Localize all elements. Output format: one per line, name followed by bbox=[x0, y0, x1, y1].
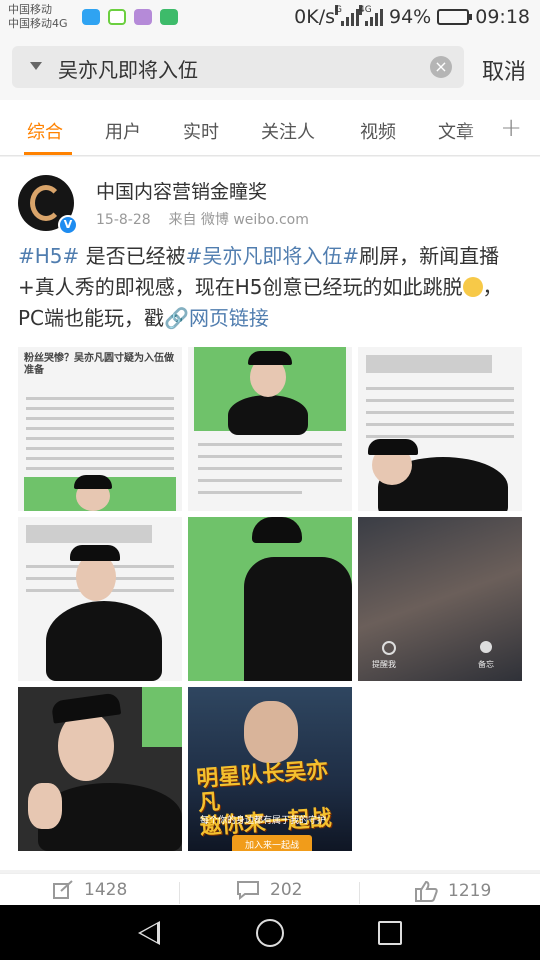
calendar-notification-icon bbox=[160, 9, 178, 25]
alarm-icon bbox=[382, 641, 396, 655]
search-row: 吴亦凡即将入伍 × 取消 bbox=[0, 36, 540, 100]
post-author[interactable]: 中国内容营销金瞳奖 bbox=[96, 177, 267, 204]
signal-1-icon: G bbox=[335, 5, 359, 26]
search-input[interactable]: 吴亦凡即将入伍 × bbox=[12, 46, 464, 88]
post-image-3[interactable] bbox=[358, 347, 522, 511]
post-card[interactable]: V 中国内容营销金瞳奖 15-8-28 来自 微博 weibo.com #H5#… bbox=[0, 157, 540, 870]
carrier-info: 中国移动 中国移动4G bbox=[8, 3, 68, 31]
battery-percent: 94% bbox=[389, 6, 432, 28]
gallery-notification-icon bbox=[134, 9, 152, 25]
repost-button[interactable]: 1428 bbox=[52, 880, 127, 900]
system-nav-bar bbox=[0, 905, 540, 960]
image-grid: 粉丝哭惨？吴亦凡圆寸疑为入伍做准备 提醒我 备忘 明星队长吴亦凡 邀你来一起战 … bbox=[18, 347, 522, 851]
carrier-1: 中国移动 bbox=[8, 3, 52, 16]
post-image-7[interactable] bbox=[18, 687, 182, 851]
tab-users[interactable]: 用户 bbox=[105, 118, 141, 144]
thumbs-up-icon bbox=[415, 880, 438, 902]
post-image-1[interactable]: 粉丝哭惨？吴亦凡圆寸疑为入伍做准备 bbox=[18, 347, 182, 511]
post-meta: 15-8-28 来自 微博 weibo.com bbox=[96, 209, 309, 229]
app-notification-icon bbox=[108, 9, 126, 25]
signal-2-tag: 4G bbox=[359, 5, 372, 15]
brand-logo-icon bbox=[30, 185, 62, 221]
repost-count: 1428 bbox=[84, 880, 128, 900]
home-icon[interactable] bbox=[256, 919, 284, 947]
verified-badge-icon: V bbox=[58, 215, 78, 235]
memo-icon bbox=[480, 641, 492, 653]
smile-emoji-icon bbox=[462, 277, 483, 297]
status-right: 0K/s G 4G 94% 09:18 bbox=[294, 5, 530, 28]
tab-video[interactable]: 视频 bbox=[360, 118, 396, 144]
hashtag-wu-yifan[interactable]: #吴亦凡即将入伍# bbox=[186, 244, 360, 268]
img5-label-2: 备忘 bbox=[478, 660, 494, 669]
comment-button[interactable]: 202 bbox=[236, 880, 302, 900]
recent-apps-icon[interactable] bbox=[378, 921, 402, 945]
tab-realtime[interactable]: 实时 bbox=[183, 118, 219, 144]
add-tab-button[interactable]: + bbox=[500, 113, 522, 143]
tab-following[interactable]: 关注人 bbox=[261, 118, 315, 144]
web-link[interactable]: 网页链接 bbox=[189, 306, 269, 330]
img7-button: 加入来一起战 bbox=[232, 835, 312, 851]
signal-1-tag: G bbox=[335, 5, 342, 15]
search-type-dropdown-icon[interactable] bbox=[30, 62, 42, 70]
signal-2-icon: 4G bbox=[359, 5, 383, 26]
clear-icon[interactable]: × bbox=[430, 56, 452, 78]
img7-title: 明星队长吴亦凡 邀你来一起战 bbox=[195, 758, 333, 841]
post-image-6[interactable]: 提醒我 备忘 bbox=[358, 517, 522, 681]
net-speed: 0K/s bbox=[294, 6, 335, 28]
img1-title: 粉丝哭惨？吴亦凡圆寸疑为入伍做准备 bbox=[24, 353, 174, 376]
clock: 09:18 bbox=[475, 6, 530, 28]
status-bar: 中国移动 中国移动4G 0K/s G 4G 94% 09:18 bbox=[0, 0, 540, 36]
comment-count: 202 bbox=[270, 880, 303, 900]
img7-subtitle: 每个你的身边都有属于我的守护 bbox=[200, 816, 327, 826]
like-button[interactable]: 1219 bbox=[414, 880, 491, 902]
post-image-2[interactable] bbox=[188, 347, 352, 511]
link-icon[interactable]: 🔗 bbox=[164, 306, 189, 330]
tab-bar: 综合 用户 实时 关注人 视频 文章 + bbox=[0, 100, 540, 156]
like-count: 1219 bbox=[448, 881, 492, 901]
repost-icon bbox=[53, 880, 73, 899]
post-action-bar: 1428 202 1219 bbox=[0, 873, 540, 905]
active-tab-indicator bbox=[24, 152, 72, 155]
cancel-button[interactable]: 取消 bbox=[482, 54, 526, 86]
chat-notification-icon bbox=[82, 9, 100, 25]
post-source: 来自 微博 weibo.com bbox=[168, 212, 309, 228]
battery-icon bbox=[437, 9, 473, 25]
search-query[interactable]: 吴亦凡即将入伍 bbox=[58, 54, 198, 83]
post-text: #H5# 是否已经被#吴亦凡即将入伍#刷屏，新闻直播+真人秀的即视感，现在H5创… bbox=[18, 244, 503, 330]
notification-icons bbox=[82, 9, 178, 25]
tab-general[interactable]: 综合 bbox=[27, 118, 63, 144]
post-image-4[interactable] bbox=[18, 517, 182, 681]
post-image-5[interactable] bbox=[188, 517, 352, 681]
post-date: 15-8-28 bbox=[96, 212, 151, 228]
post-image-8[interactable]: 明星队长吴亦凡 邀你来一起战 每个你的身边都有属于我的守护 加入来一起战 bbox=[188, 687, 352, 851]
carrier-2: 中国移动4G bbox=[8, 17, 68, 30]
img5-label-1: 提醒我 bbox=[372, 660, 396, 669]
comment-icon bbox=[237, 881, 259, 900]
hashtag-h5[interactable]: #H5# bbox=[18, 244, 79, 268]
